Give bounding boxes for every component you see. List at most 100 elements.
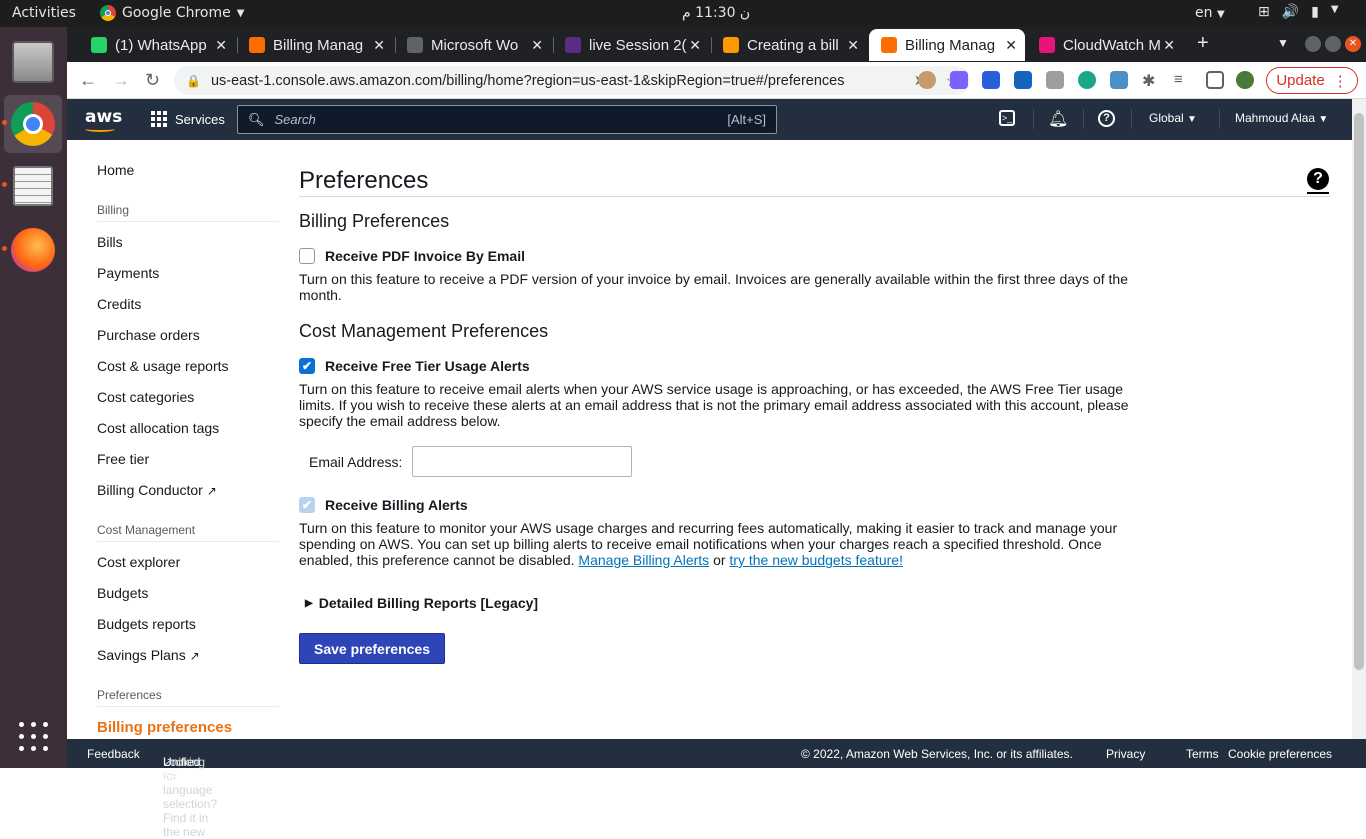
close-icon[interactable]: ✕ [1005,37,1017,54]
sidebar-item-cost-usage-reports[interactable]: Cost & usage reports [97,358,229,374]
back-button[interactable]: ← [79,70,97,91]
dock [0,27,67,768]
close-icon[interactable]: ✕ [531,37,543,54]
close-icon[interactable]: ✕ [215,37,227,54]
sidebar-item-cost-categories[interactable]: Cost categories [97,389,194,405]
sidebar-item-savings-plans[interactable]: Savings Plans ↗ [97,647,200,663]
search-input[interactable]: 🔍︎ Search [Alt+S] [237,105,777,134]
activities-button[interactable]: Activities [12,5,76,21]
sidebar-item-budgets[interactable]: Budgets [97,585,148,601]
account-menu[interactable]: Mahmoud Alaa ▼ [1235,111,1328,125]
forward-button[interactable]: → [112,70,130,91]
free-tier-description: Turn on this feature to receive email al… [299,381,1129,429]
pdf-invoice-option[interactable]: Receive PDF Invoice By Email [299,248,525,264]
running-indicator [2,246,7,251]
free-tier-option[interactable]: ✔ Receive Free Tier Usage Alerts [299,358,530,374]
manage-billing-alerts-link[interactable]: Manage Billing Alerts [578,552,709,568]
chevron-down-icon: ▼ [1216,9,1225,20]
sidebar-item-billing-preferences[interactable]: Billing preferences [97,719,232,736]
budgets-feature-link[interactable]: try the new budgets feature! [729,552,903,568]
extension-snowflake-icon[interactable] [1014,71,1032,89]
reload-button[interactable]: ↻ [145,70,160,91]
tab-whatsapp[interactable]: (1) WhatsApp ✕ [79,29,235,61]
sidebar-item-budgets-reports[interactable]: Budgets reports [97,616,196,632]
billing-alerts-checkbox[interactable]: ✔ [299,497,315,513]
dock-firefox[interactable] [4,221,62,279]
extension-grid-icon[interactable] [1046,71,1064,89]
tab-billing-1[interactable]: Billing Manag ✕ [237,29,393,61]
extension-m-icon[interactable] [982,71,1000,89]
extension-photo-icon[interactable] [1110,71,1128,89]
puzzle-icon[interactable]: ✱ [1142,71,1160,90]
aws-logo-text: aws [85,107,123,127]
sidebar-item-credits[interactable]: Credits [97,296,141,312]
tab-billing-active[interactable]: Billing Manag ✕ [869,29,1025,61]
help-icon[interactable]: ? [1098,110,1115,127]
dock-chrome[interactable] [4,95,62,153]
cloudshell-icon[interactable]: >_ [999,110,1015,126]
free-tier-checkbox[interactable]: ✔ [299,358,315,374]
feedback-link[interactable]: Feedback [87,747,140,761]
tab-search-icon[interactable]: ▼ [1277,36,1289,50]
sidebar-item-cost-explorer[interactable]: Cost explorer [97,554,180,570]
address-bar[interactable]: 🔒 us-east-1.console.aws.amazon.com/billi… [174,66,970,95]
cookie-preferences-link[interactable]: Cookie preferences [1228,747,1332,761]
close-window-button[interactable]: ✕ [1345,36,1361,52]
language-indicator[interactable]: en ▼ [1195,5,1225,21]
scrollbar-thumb[interactable] [1354,113,1364,670]
side-panel-icon[interactable] [1206,71,1224,89]
extension-hex-icon[interactable] [950,71,968,89]
tab-microsoft[interactable]: Microsoft Wo ✕ [395,29,551,61]
services-menu[interactable]: Services [151,111,225,127]
sidebar-item-billing-conductor[interactable]: Billing Conductor ↗ [97,482,217,498]
clock[interactable]: ن 11:30 م [682,5,750,21]
system-tray[interactable]: ⊞ 🔊 ▮ ▼ [1258,4,1339,20]
tab-live-session[interactable]: live Session 2( ✕ [553,29,709,61]
help-icon[interactable]: ? [1307,168,1329,190]
page-scrollbar[interactable] [1352,99,1366,739]
legacy-reports-label: Detailed Billing Reports [Legacy] [318,595,539,611]
nav-separator [1131,109,1132,129]
pdf-invoice-checkbox[interactable] [299,248,315,264]
billing-alerts-option[interactable]: ✔ Receive Billing Alerts [299,497,468,513]
save-preferences-button[interactable]: Save preferences [299,633,445,664]
sidebar-item-free-tier[interactable]: Free tier [97,451,149,467]
minimize-button[interactable] [1305,36,1321,52]
sidebar-item-label: Savings Plans [97,647,186,663]
chrome-icon [100,5,116,21]
email-field[interactable] [412,446,633,477]
profile-avatar[interactable] [1236,71,1254,89]
sidebar-item-cost-allocation-tags[interactable]: Cost allocation tags [97,420,219,436]
new-tab-button[interactable]: + [1197,32,1209,55]
privacy-link[interactable]: Privacy [1106,747,1145,761]
maximize-button[interactable] [1325,36,1341,52]
caret-down-icon: ▼ [1187,114,1197,125]
close-icon[interactable]: ✕ [373,37,385,54]
update-label: Update [1276,72,1325,89]
update-button[interactable]: Update ⋮ [1266,67,1358,94]
sidebar-item-payments[interactable]: Payments [97,265,159,281]
section-title-billing: Billing Preferences [299,211,450,231]
dock-text-editor[interactable] [4,157,62,215]
dock-files[interactable] [4,33,62,91]
billing-alerts-text: Turn on this feature to monitor your AWS… [299,520,1118,568]
sidebar-item-purchase-orders[interactable]: Purchase orders [97,327,200,343]
extension-avatar-icon[interactable] [918,71,936,89]
tab-creating-bill[interactable]: Creating a bill ✕ [711,29,867,61]
region-selector[interactable]: Global ▼ [1149,111,1197,125]
chrome-icon [11,102,55,146]
close-icon[interactable]: ✕ [689,37,701,54]
terms-link[interactable]: Terms [1186,747,1219,761]
close-icon[interactable]: ✕ [1163,37,1175,54]
bell-icon[interactable]: 🔔︎ [1048,109,1068,129]
tab-cloudwatch[interactable]: CloudWatch M ✕ [1027,29,1183,61]
close-icon[interactable]: ✕ [847,37,859,54]
sidebar-item-bills[interactable]: Bills [97,234,123,250]
show-applications-button[interactable] [4,707,62,765]
sidebar-item-home[interactable]: Home [97,162,134,178]
app-menu[interactable]: Google Chrome ▼ [100,5,244,21]
legacy-reports-expander[interactable]: ▶ Detailed Billing Reports [Legacy] [305,595,538,611]
extension-chatgpt-icon[interactable] [1078,71,1096,89]
playlist-icon[interactable]: ≡ [1174,71,1192,89]
aws-logo[interactable]: aws [85,107,123,132]
